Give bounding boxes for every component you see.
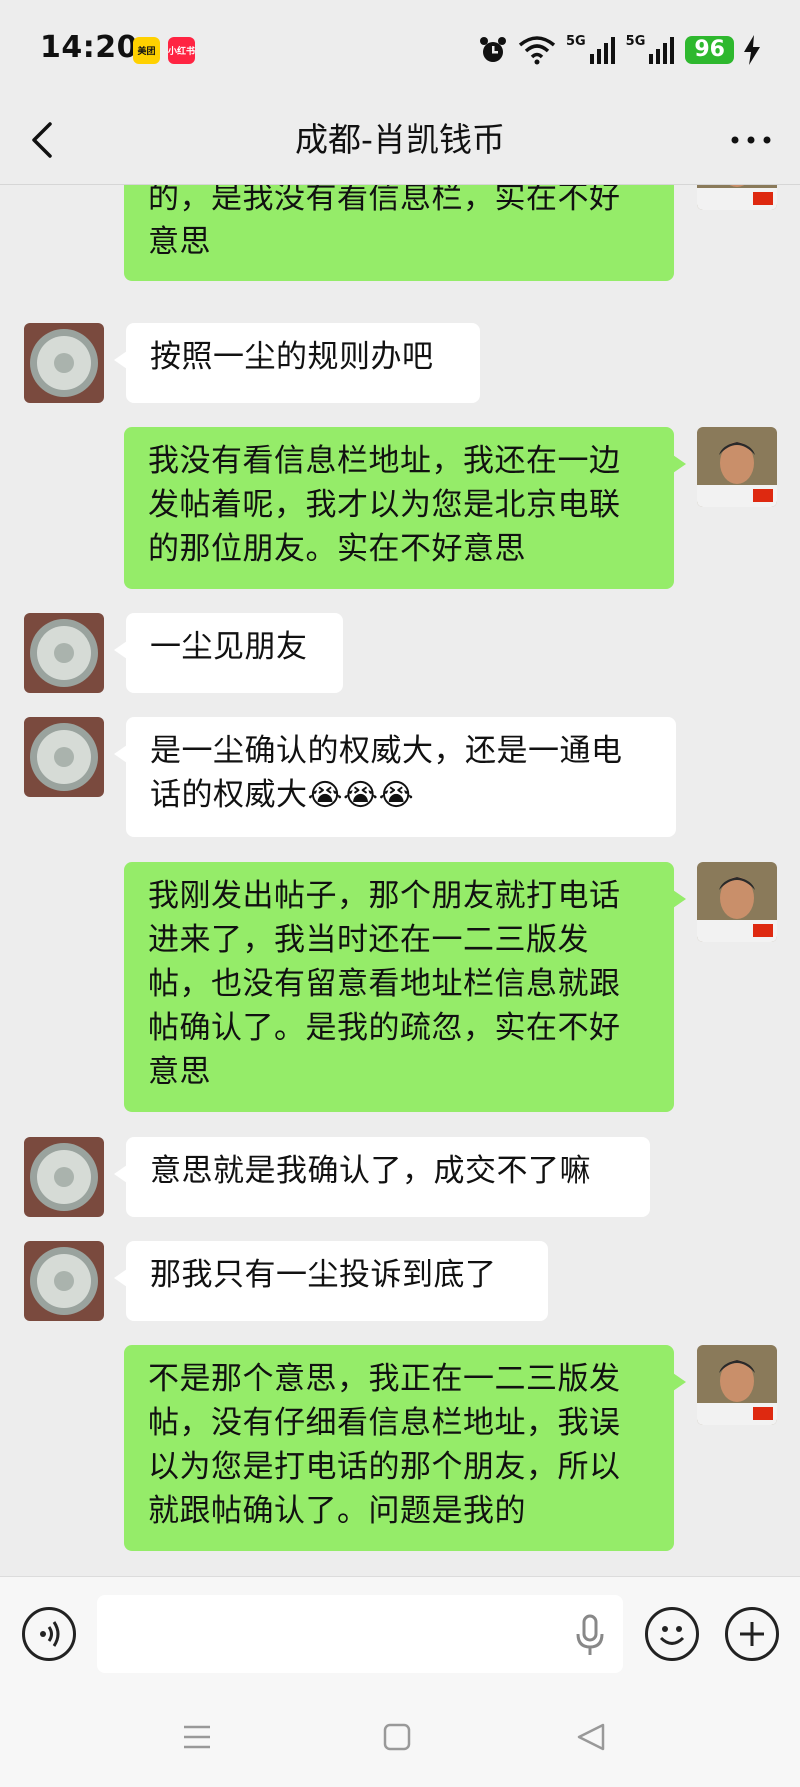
signal-icon bbox=[589, 37, 615, 64]
wifi-icon bbox=[518, 36, 556, 65]
alarm-icon bbox=[479, 37, 506, 62]
my-avatar[interactable] bbox=[697, 427, 777, 507]
status-bar: 14:20 美团 小红书 5G 5G 96 bbox=[0, 0, 800, 100]
input-bar bbox=[0, 1576, 800, 1692]
home-icon[interactable] bbox=[381, 1721, 413, 1753]
chat-header: 成都-肖凯钱币 bbox=[0, 100, 800, 185]
plus-icon[interactable] bbox=[725, 1607, 779, 1661]
xiaohongshu-app-icon: 小红书 bbox=[168, 37, 195, 64]
my-message-bubble[interactable]: 不是那个意思，我正在一二三版发帖，没有仔细看信息栏地址，我误以为您是打电话的那个… bbox=[124, 1345, 686, 1551]
my-avatar[interactable] bbox=[697, 1345, 777, 1425]
signal-icon bbox=[649, 37, 675, 64]
network-type-label: 5G bbox=[625, 33, 646, 49]
network-type-label: 5G bbox=[565, 33, 586, 49]
chat-title: 成都-肖凯钱币 bbox=[295, 120, 505, 159]
contact-avatar[interactable] bbox=[24, 1137, 104, 1217]
contact-avatar[interactable] bbox=[24, 717, 104, 797]
system-nav-bar bbox=[0, 1691, 800, 1787]
status-time: 14:20 bbox=[40, 30, 138, 65]
my-avatar[interactable] bbox=[697, 185, 777, 210]
voice-icon[interactable] bbox=[22, 1607, 76, 1661]
my-avatar[interactable] bbox=[697, 862, 777, 942]
emoji-icon[interactable] bbox=[645, 1607, 699, 1661]
more-dots-icon[interactable] bbox=[726, 118, 776, 162]
meituan-app-icon: 美团 bbox=[133, 37, 160, 64]
message-list[interactable]: 我只先注意是北京朋友与跟帖确认的，是我没有看信息栏，实在不好意思 按照一尘的规则… bbox=[0, 185, 800, 1575]
contact-message-bubble[interactable]: 一尘见朋友 bbox=[114, 613, 343, 693]
charging-icon bbox=[744, 35, 760, 65]
battery-icon: 96 bbox=[685, 36, 734, 64]
contact-message-bubble[interactable]: 那我只有一尘投诉到底了 bbox=[114, 1241, 548, 1321]
microphone-icon[interactable] bbox=[575, 1613, 605, 1657]
contact-message-bubble[interactable]: 意思就是我确认了，成交不了嘛 bbox=[114, 1137, 650, 1217]
contact-avatar[interactable] bbox=[24, 1241, 104, 1321]
crying-emoji: 😭😭😭 bbox=[307, 778, 415, 813]
menu-icon[interactable] bbox=[181, 1721, 213, 1753]
contact-avatar[interactable] bbox=[24, 323, 104, 403]
contact-avatar[interactable] bbox=[24, 613, 104, 693]
back-triangle-icon[interactable] bbox=[575, 1721, 607, 1753]
message-input[interactable] bbox=[97, 1595, 623, 1673]
contact-message-bubble[interactable]: 按照一尘的规则办吧 bbox=[114, 323, 480, 403]
my-message-bubble[interactable]: 我刚发出帖子，那个朋友就打电话进来了，我当时还在一二三版发帖，也没有留意看地址栏… bbox=[124, 862, 686, 1112]
my-message-bubble[interactable]: 我只先注意是北京朋友与跟帖确认的，是我没有看信息栏，实在不好意思 bbox=[124, 185, 674, 281]
my-message-bubble[interactable]: 我没有看信息栏地址，我还在一边发帖着呢，我才以为您是北京电联的那位朋友。实在不好… bbox=[124, 427, 686, 589]
contact-message-bubble[interactable]: 是一尘确认的权威大，还是一通电话的权威大😭😭😭 bbox=[114, 717, 676, 837]
